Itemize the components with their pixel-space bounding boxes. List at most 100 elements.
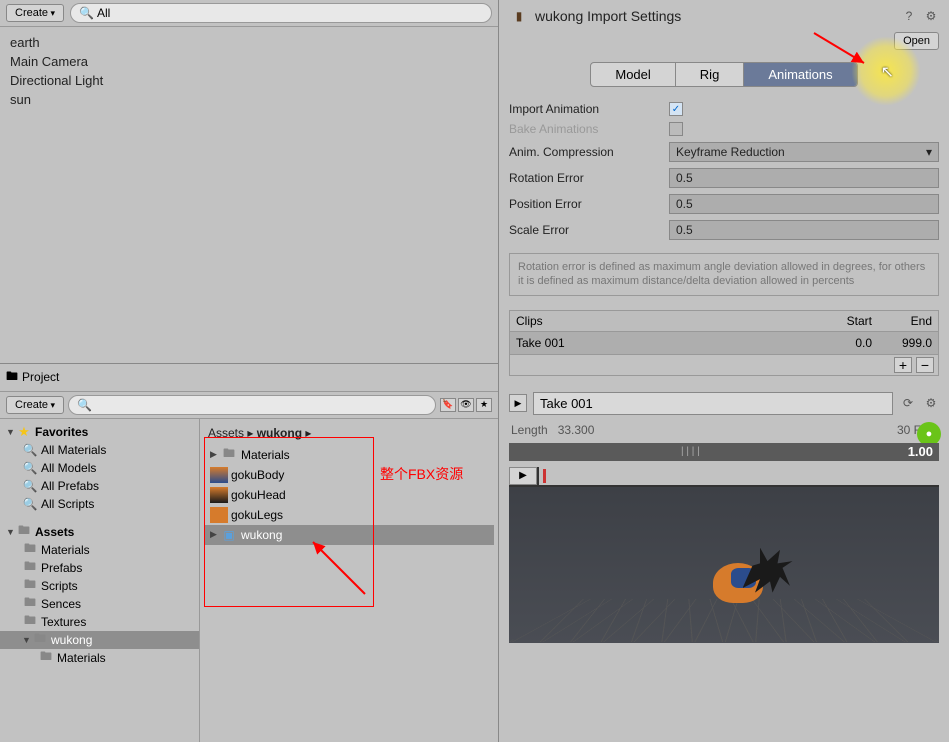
asset-item[interactable]: gokuLegs [204,505,494,525]
asset-thumbnail: ▮ [509,6,529,26]
folder-item-selected[interactable]: ▼🖿wukong [0,631,199,649]
project-tree: ▼ ★ Favorites 🔍All Materials 🔍All Models… [0,419,200,742]
hierarchy-toolbar: Create 🔍All [0,0,498,27]
import-animation-checkbox[interactable]: ✓ [669,102,683,116]
asset-item-selected[interactable]: ▶▣wukong [204,525,494,545]
preview-viewport[interactable] [509,487,939,643]
scale-error-label: Scale Error [509,223,669,237]
cursor-icon: ↖ [881,62,894,82]
tab-rig[interactable]: Rig [676,63,745,86]
folder-icon: 🖿 [22,597,38,611]
bake-animations-label: Bake Animations [509,122,669,136]
preview-play-button[interactable]: ▶ [509,467,537,485]
favorite-label: All Models [41,461,96,475]
inspector-title: wukong Import Settings [535,8,895,24]
folder-item[interactable]: 🖿Materials [0,541,199,559]
search-placeholder-text: All [97,6,110,20]
filter-icon[interactable]: 🔖 [440,398,456,412]
asset-folder[interactable]: ▶🖿Materials [204,445,494,465]
folder-item[interactable]: 🖿Sences [0,595,199,613]
tab-model[interactable]: Model [591,63,675,86]
hierarchy-list: earth Main Camera Directional Light sun [0,27,498,363]
expand-arrow-icon: ▼ [6,427,16,437]
project-toolbar: Create 🔍 🔖 👁 ★ [0,392,498,419]
assets-group[interactable]: ▼ 🖿 Assets [0,523,199,541]
breadcrumb: Assets ▸ wukong ▸ [200,423,498,443]
visibility-icon[interactable]: 👁 [458,398,474,412]
length-label: Length [511,423,548,437]
project-panel-header: 🖿 Project [0,363,498,392]
hierarchy-item[interactable]: Main Camera [10,52,488,71]
texture-icon [210,507,228,523]
open-button[interactable]: Open [894,32,939,50]
play-clip-button[interactable]: ▶ [509,394,527,412]
project-search-input[interactable]: 🔍 [68,395,436,415]
favorite-item[interactable]: 🔍All Prefabs [0,477,199,495]
folder-item[interactable]: 🖿Prefabs [0,559,199,577]
folder-label: Materials [41,543,90,557]
loop-icon[interactable]: ⟳ [899,394,917,412]
tab-animations[interactable]: Animations [744,63,856,86]
preview-model [703,543,793,613]
favorite-item[interactable]: 🔍All Materials [0,441,199,459]
clips-table: Clips Start End Take 001 0.0 999.0 + − [509,310,939,376]
project-create-button[interactable]: Create [6,396,64,414]
asset-label: Materials [241,448,290,462]
assets-label: Assets [35,525,74,539]
folder-item[interactable]: 🖿Textures [0,613,199,631]
hierarchy-item[interactable]: sun [10,90,488,109]
expand-arrow-icon: ▼ [22,635,32,645]
clip-name-input[interactable] [533,392,893,415]
clips-header-name: Clips [510,311,818,331]
asset-label: gokuHead [231,488,286,502]
import-tabs: Model Rig Animations ↖ [499,54,949,95]
hierarchy-item[interactable]: earth [10,33,488,52]
hierarchy-create-button[interactable]: Create [6,4,64,22]
folder-icon: 🖿 [16,525,32,539]
star-icon: ★ [16,425,32,439]
folder-icon: 🖿 [22,615,38,629]
folder-item[interactable]: 🖿Scripts [0,577,199,595]
texture-icon [210,467,228,483]
search-icon: 🔍 [77,398,92,412]
folder-item[interactable]: 🖿Materials [0,649,199,667]
gear-icon[interactable]: ⚙ [923,8,939,24]
compression-value: Keyframe Reduction [676,145,785,159]
asset-label: gokuBody [231,468,284,482]
add-clip-button[interactable]: + [894,357,912,373]
import-animation-label: Import Animation [509,102,669,116]
breadcrumb-current[interactable]: wukong [257,426,302,440]
favorite-item[interactable]: 🔍All Scripts [0,495,199,513]
clip-end: 999.0 [878,332,938,354]
animation-preview: ▶ [509,467,939,643]
asset-item[interactable]: gokuHead [204,485,494,505]
rotation-error-input[interactable] [669,168,939,188]
hierarchy-item[interactable]: Directional Light [10,71,488,90]
clip-settings-icon[interactable]: ⚙ [923,395,939,411]
project-content: Assets ▸ wukong ▸ ▶🖿Materials gokuBody g… [200,419,498,742]
folder-icon: 🖿 [22,561,38,575]
favorite-icon[interactable]: ★ [476,398,492,412]
favorites-group[interactable]: ▼ ★ Favorites [0,423,199,441]
folder-icon: 🖿 [38,651,54,665]
expand-arrow-icon: ▶ [210,449,220,460]
texture-icon [210,487,228,503]
search-icon: 🔍 [79,6,94,20]
folder-label: Scripts [41,579,78,593]
preview-timeline[interactable] [539,467,939,485]
hierarchy-search-input[interactable]: 🔍All [70,3,492,23]
compression-dropdown[interactable]: Keyframe Reduction▾ [669,142,939,162]
folder-label: Sences [41,597,81,611]
rotation-error-label: Rotation Error [509,171,669,185]
clip-row[interactable]: Take 001 0.0 999.0 [510,332,938,354]
asset-label: wukong [241,528,282,542]
help-icon[interactable]: ? [901,8,917,24]
scale-error-input[interactable] [669,220,939,240]
favorite-item[interactable]: 🔍All Models [0,459,199,477]
timeline-scrubber[interactable]: | | | | 1.00 [509,443,939,461]
position-error-label: Position Error [509,197,669,211]
search-filter-icon: 🔍 [22,461,38,475]
position-error-input[interactable] [669,194,939,214]
remove-clip-button[interactable]: − [916,357,934,373]
breadcrumb-root[interactable]: Assets [208,426,244,440]
